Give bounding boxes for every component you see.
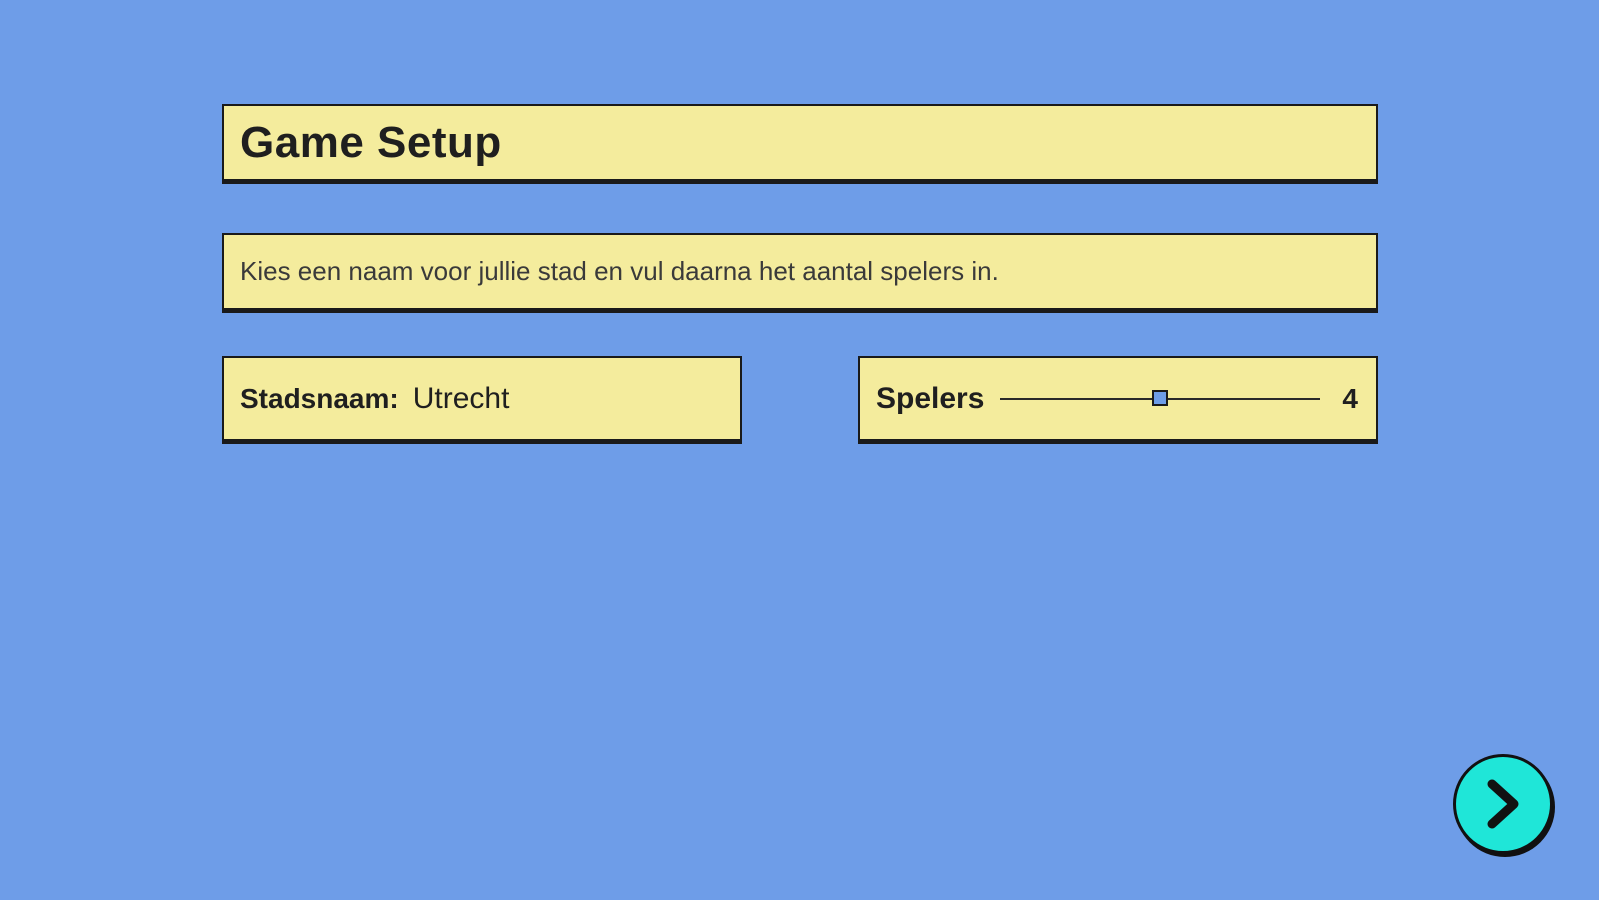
chevron-right-icon [1487,779,1519,829]
players-slider-thumb[interactable] [1152,389,1169,406]
players-field: Spelers 4 [858,356,1378,441]
page-title: Game Setup [240,117,502,167]
players-label: Spelers [876,381,985,415]
instruction-text: Kies een naam voor jullie stad en vul da… [240,256,999,286]
players-slider[interactable] [1000,387,1321,411]
instruction-bar: Kies een naam voor jullie stad en vul da… [222,233,1378,310]
players-value: 4 [1342,382,1358,414]
next-button[interactable] [1453,754,1553,854]
city-name-label: Stadsnaam: [240,382,399,414]
city-name-input[interactable] [412,381,713,416]
city-name-field[interactable]: Stadsnaam: [222,356,742,441]
title-bar: Game Setup [222,104,1378,181]
